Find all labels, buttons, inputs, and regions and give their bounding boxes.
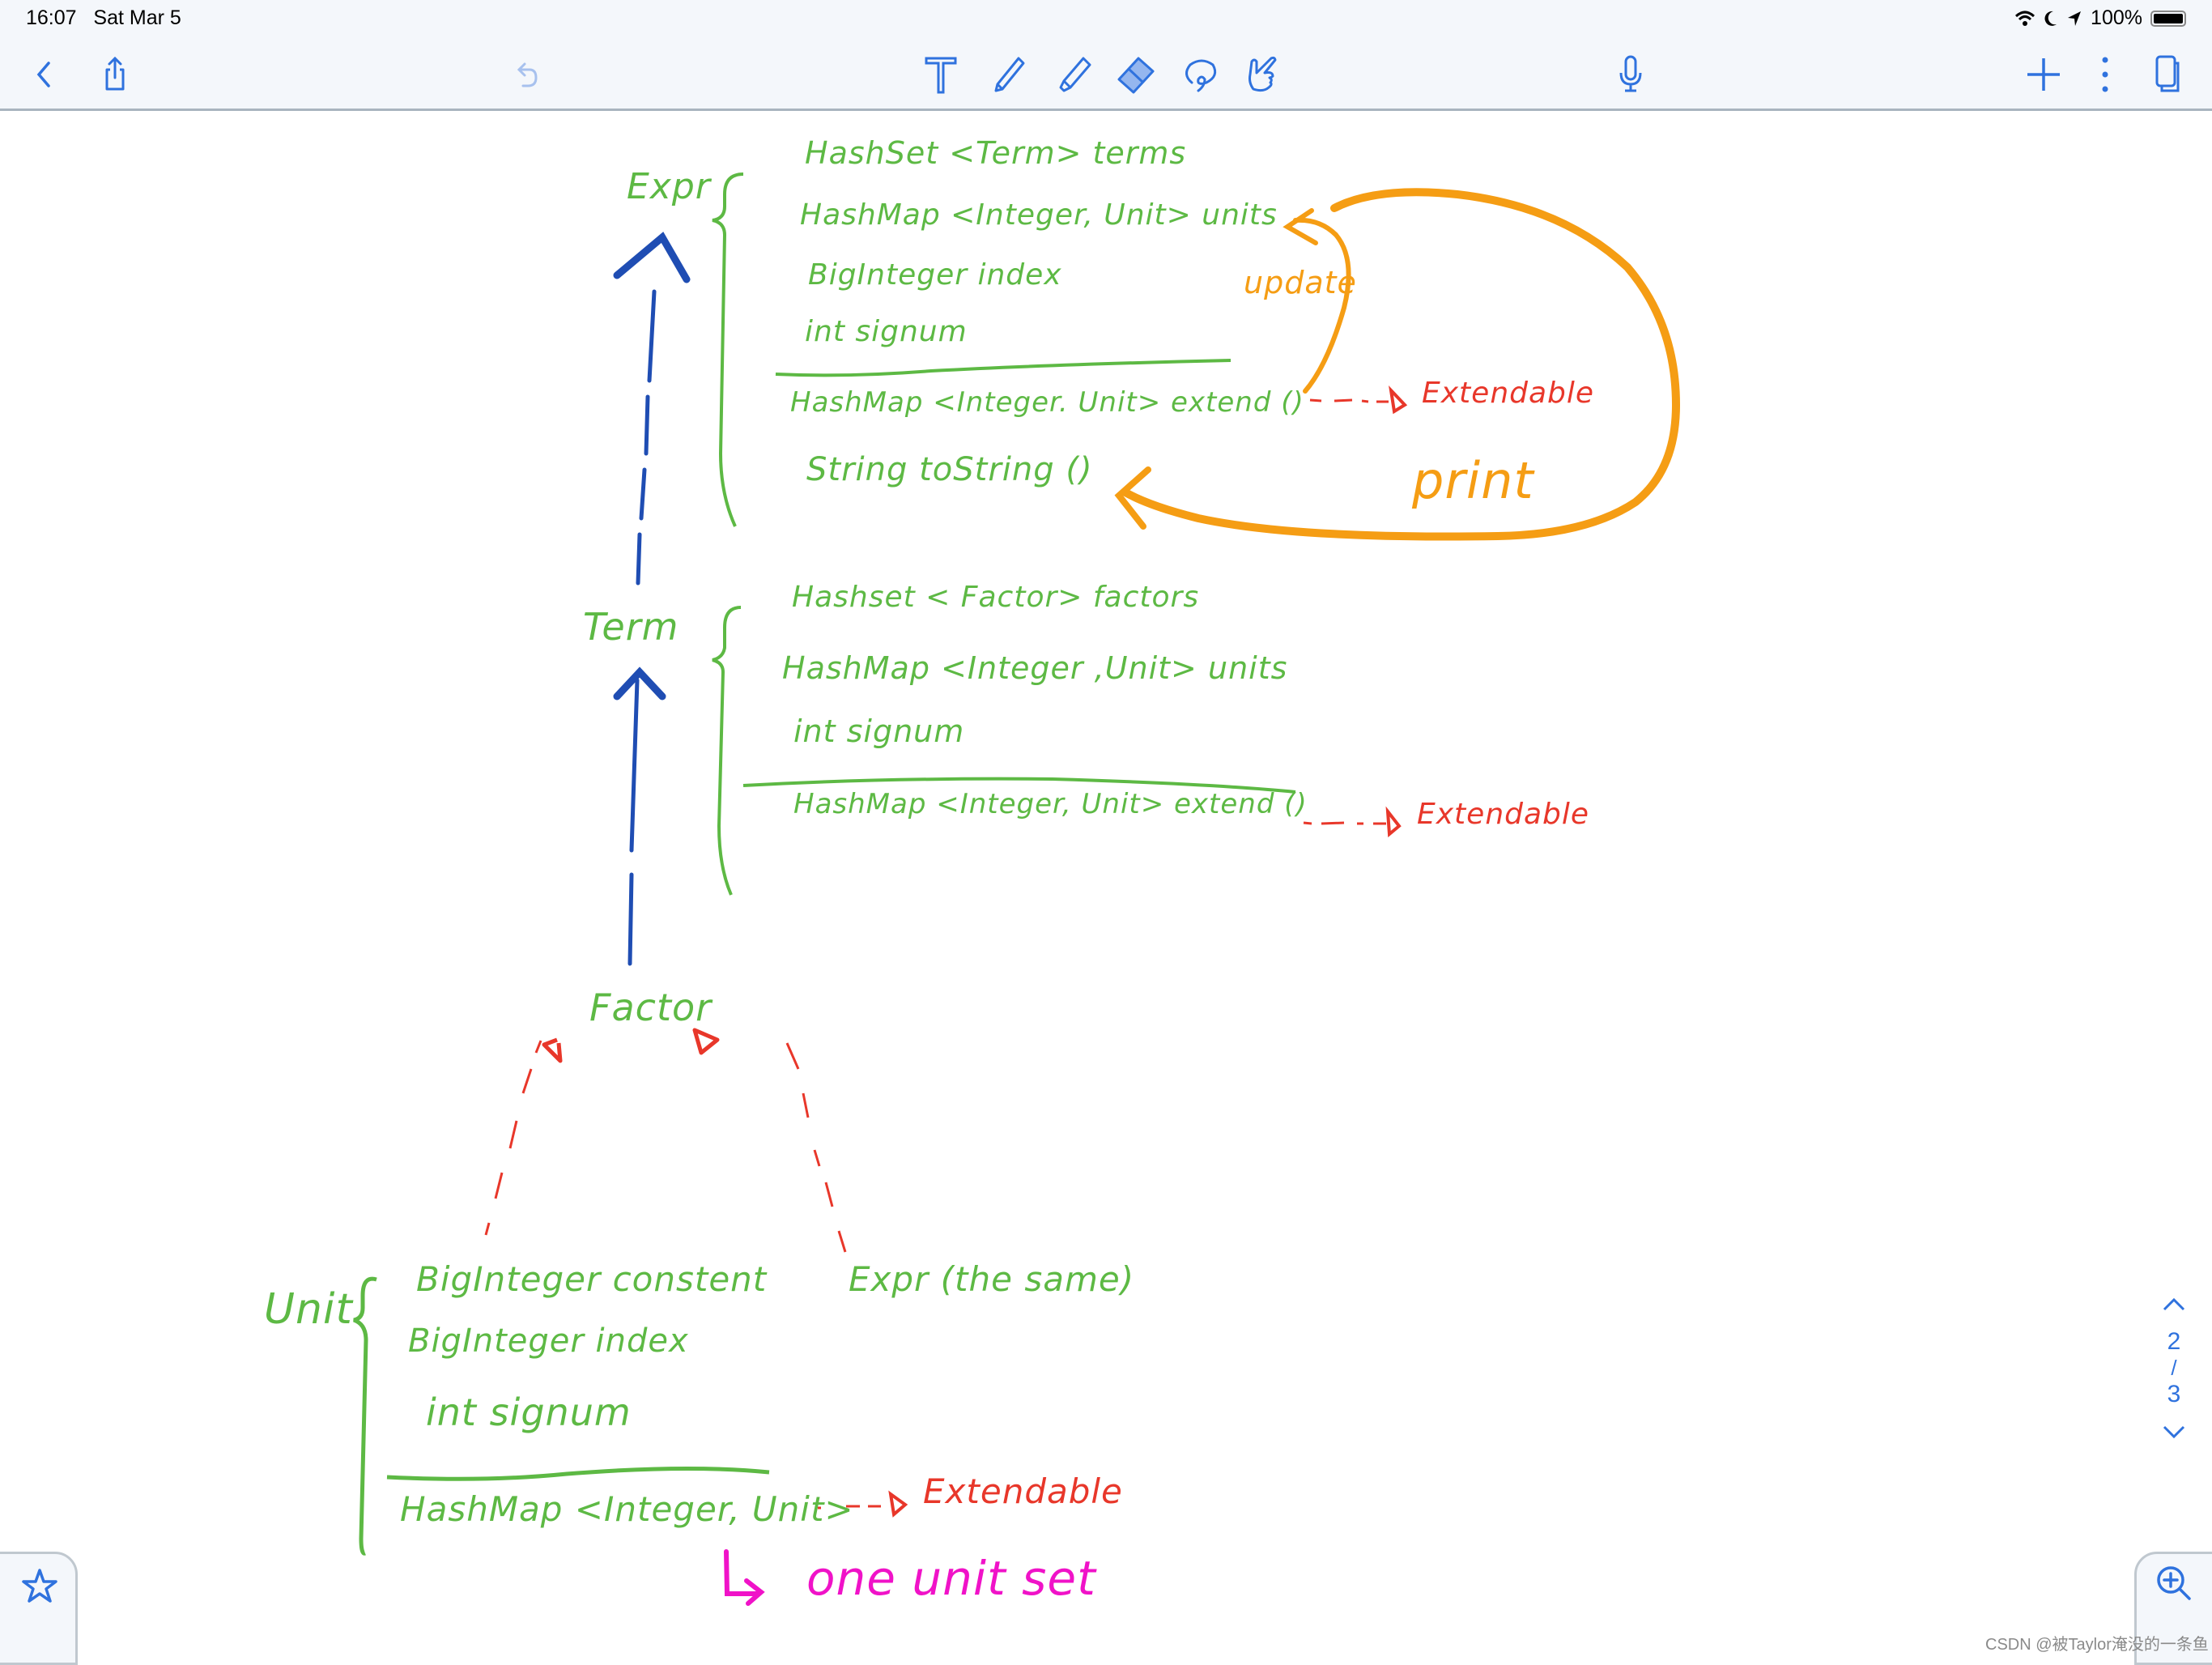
unit-to-factor-dashed-line (484, 1040, 542, 1236)
note-canvas[interactable]: Expr HashSet <Term> terms HashMap <Integ… (0, 111, 2212, 1659)
previous-page-icon[interactable] (2162, 1296, 2186, 1312)
text-tool-button[interactable] (917, 50, 965, 99)
pages-icon (2155, 55, 2180, 92)
watermark: CSDN @被Taylor淹没的一条鱼 (1985, 1636, 2209, 1654)
expr-arrow-head (613, 232, 691, 283)
next-page-icon[interactable] (2162, 1424, 2186, 1441)
toolbar (0, 40, 2212, 111)
total-pages: 3 (2167, 1381, 2181, 1407)
term-arrow-head (613, 666, 666, 700)
unit-field: BigInteger constent (416, 1259, 768, 1299)
share-icon (105, 56, 125, 91)
expr-field: BigInteger index (808, 258, 1062, 292)
unit-field: BigInteger index (408, 1322, 689, 1360)
expr-method: String toString () (806, 451, 1093, 488)
expr-field: int signum (805, 315, 968, 348)
back-button[interactable] (19, 50, 68, 99)
add-icon (2027, 58, 2060, 91)
term-to-expr-dashed-line (636, 289, 657, 586)
pages-button[interactable] (2142, 50, 2191, 99)
ink-strokes (353, 172, 1681, 1606)
expr-field: HashSet <Term> terms (805, 135, 1187, 171)
term-field: HashMap <Integer ,Unit> units (782, 650, 1288, 686)
favorite-panel[interactable] (0, 1552, 78, 1665)
unit-title: Unit (264, 1285, 353, 1334)
highlighter-tool-button[interactable] (1049, 50, 1098, 99)
page-separator: / (2171, 1356, 2177, 1380)
star-icon[interactable] (20, 1567, 59, 1606)
zoom-in-icon[interactable] (2155, 1564, 2193, 1603)
hand-icon (1249, 56, 1277, 92)
term-title: Term (583, 605, 679, 649)
eraser-tool-button[interactable] (1111, 50, 1159, 99)
share-button[interactable] (91, 50, 139, 99)
unit-method: HashMap <Integer, Unit> (400, 1489, 854, 1529)
factor-title: Factor (589, 986, 713, 1029)
expr-extendable-label: Extendable (1422, 377, 1595, 410)
term-extendable-arrow (1303, 821, 1386, 825)
expr-field: HashMap <Integer, Unit> units (800, 198, 1278, 232)
current-page: 2 (2167, 1328, 2181, 1355)
pen-tool-button[interactable] (985, 50, 1033, 99)
update-label: update (1244, 265, 1357, 300)
text-tool-icon (925, 57, 957, 94)
term-method: HashMap <Integer, Unit> extend () (793, 788, 1308, 820)
add-page-button[interactable] (2019, 50, 2068, 99)
print-arrow (1121, 188, 1681, 541)
expr-separator (775, 359, 1231, 377)
expr-brace (712, 172, 744, 527)
battery-percent: 100% (2091, 6, 2142, 29)
update-arrow (1293, 217, 1351, 394)
undo-button[interactable] (502, 50, 551, 99)
hand-tool-button[interactable] (1239, 50, 1287, 99)
factor-to-term-line (627, 678, 640, 966)
microphone-button[interactable] (1606, 50, 1655, 99)
term-brace (712, 606, 742, 896)
expr-same-label: Expr (the same) (849, 1259, 1135, 1299)
wifi-icon (2015, 11, 2035, 26)
page-navigator: 2 / 3 (2138, 1296, 2210, 1441)
term-extendable-label: Extendable (1417, 798, 1590, 831)
microphone-icon (1619, 55, 1642, 92)
moon-icon (2044, 11, 2057, 26)
expr-to-factor-dashed-line (785, 1042, 847, 1253)
expr-extendable-arrow (1309, 398, 1389, 403)
more-icon (2102, 57, 2108, 92)
unit-field: int signum (426, 1390, 632, 1434)
highlighter-icon (1059, 57, 1091, 92)
status-indicators: 100% (2014, 6, 2186, 30)
undo-icon (517, 62, 538, 87)
print-label: print (1412, 451, 1534, 510)
pen-icon (994, 57, 1025, 92)
battery-icon (2150, 10, 2186, 27)
lasso-icon (1185, 59, 1217, 92)
term-field: Hashset < Factor> factors (792, 581, 1200, 614)
back-icon (36, 62, 50, 87)
expr-title: Expr (627, 166, 711, 207)
expr-method: HashMap <Integer. Unit> extend () (790, 386, 1304, 419)
unit-separator (386, 1466, 770, 1481)
unit-extendable-label: Extendable (923, 1471, 1123, 1511)
status-bar: 16:07 Sat Mar 5 100% (0, 0, 2212, 40)
more-button[interactable] (2081, 50, 2129, 99)
term-field: int signum (793, 713, 965, 749)
one-unit-set-label: one unit set (806, 1551, 1096, 1606)
lasso-tool-button[interactable] (1176, 50, 1224, 99)
unit-brace (353, 1276, 377, 1556)
eraser-icon (1117, 57, 1155, 94)
location-icon (2068, 11, 2082, 26)
status-time: 16:07 Sat Mar 5 (26, 6, 181, 29)
